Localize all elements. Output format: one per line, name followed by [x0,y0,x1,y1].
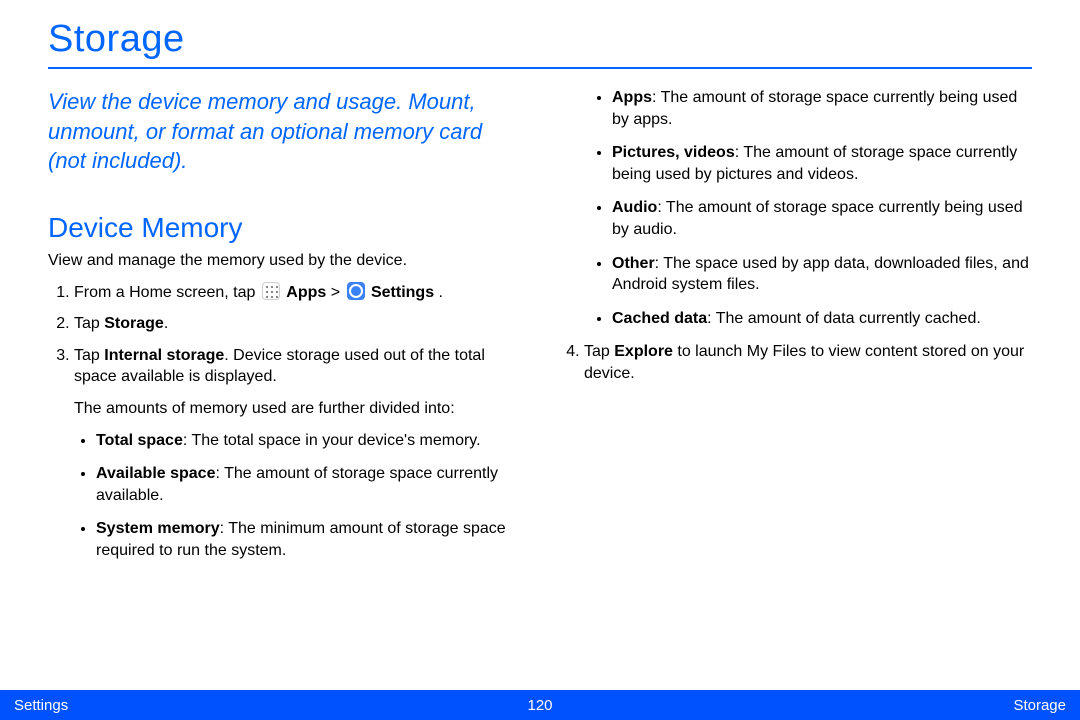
step-4: Tap Explore to launch My Files to view c… [584,341,1032,384]
step-1: From a Home screen, tap Apps > Settings … [74,282,522,304]
bullet-label: Pictures, videos [612,144,735,161]
bullet-desc: : The amount of data currently cached. [707,310,981,327]
list-item: Other: The space used by app data, downl… [612,253,1032,296]
bullet-desc: : The space used by app data, downloaded… [612,255,1029,294]
step-4-bold: Explore [614,343,673,360]
step-2-bold: Storage [104,315,164,332]
step-1-suffix: . [434,284,443,301]
list-item: Available space: The amount of storage s… [96,463,522,506]
steps-list-right: Tap Explore to launch My Files to view c… [558,341,1032,384]
section-heading: Device Memory [48,212,522,244]
bullet-label: Audio [612,199,657,216]
bullet-label: Apps [612,89,652,106]
bullet-desc: : The total space in your device's memor… [183,432,481,449]
left-column: View the device memory and usage. Mount,… [48,87,522,574]
step-1-settings: Settings [371,284,434,301]
title-rule [48,67,1032,69]
list-item: Total space: The total space in your dev… [96,430,522,452]
footer-bar: Settings 120 Storage [0,690,1080,720]
settings-icon [347,282,365,300]
step-3: Tap Internal storage. Device storage use… [74,345,522,562]
bullet-label: Total space [96,432,183,449]
section-intro: View and manage the memory used by the d… [48,250,522,272]
step-1-apps: Apps [286,284,326,301]
bullets-left: Total space: The total space in your dev… [74,430,522,562]
intro-text: View the device memory and usage. Mount,… [48,87,522,176]
footer-right: Storage [1013,697,1066,714]
steps-list-left: From a Home screen, tap Apps > Settings … [48,282,522,562]
list-item: System memory: The minimum amount of sto… [96,518,522,561]
page-title: Storage [48,18,1032,61]
footer-left: Settings [14,697,68,714]
bullet-label: System memory [96,520,220,537]
step-4-prefix: Tap [584,343,614,360]
step-3-para: The amounts of memory used are further d… [74,398,522,420]
step-1-prefix: From a Home screen, tap [74,284,260,301]
step-2-suffix: . [164,315,168,332]
list-item: Audio: The amount of storage space curre… [612,197,1032,240]
bullet-desc: : The amount of storage space currently … [612,89,1017,128]
bullet-label: Other [612,255,655,272]
step-2: Tap Storage. [74,313,522,335]
page: Storage View the device memory and usage… [0,0,1080,720]
apps-icon [262,282,280,300]
list-item: Pictures, videos: The amount of storage … [612,142,1032,185]
bullet-desc: : The amount of storage space currently … [612,199,1023,238]
right-column: Apps: The amount of storage space curren… [558,87,1032,574]
bullets-right: Apps: The amount of storage space curren… [558,87,1032,329]
step-1-gt: > [326,284,344,301]
bullet-label: Cached data [612,310,707,327]
content-area: Storage View the device memory and usage… [0,0,1080,574]
step-3-prefix: Tap [74,347,104,364]
bullet-label: Available space [96,465,215,482]
list-item: Cached data: The amount of data currentl… [612,308,1032,330]
step-2-prefix: Tap [74,315,104,332]
list-item: Apps: The amount of storage space curren… [612,87,1032,130]
columns: View the device memory and usage. Mount,… [48,87,1032,574]
footer-page-number: 120 [527,697,552,714]
step-3-bold: Internal storage [104,347,224,364]
